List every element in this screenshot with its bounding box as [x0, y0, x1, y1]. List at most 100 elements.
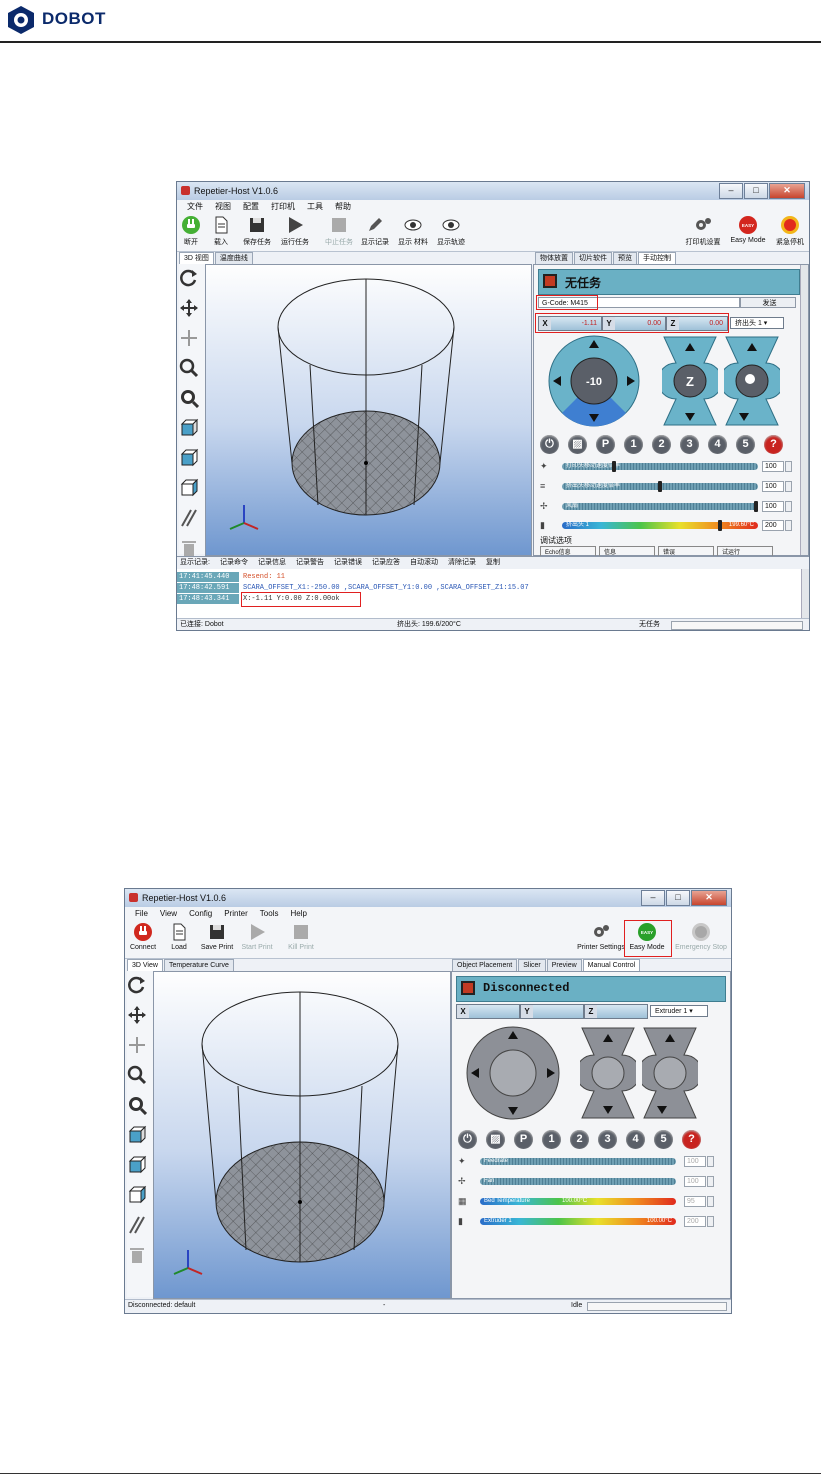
help-icon[interactable]: ? [682, 1130, 701, 1149]
move-object-icon[interactable] [179, 328, 199, 348]
trash-icon[interactable] [127, 1245, 147, 1265]
power-icon[interactable]: ⏻ [540, 435, 559, 454]
side-view-icon[interactable] [179, 478, 199, 498]
feedrate-spinner[interactable] [785, 461, 792, 472]
maximize-button[interactable]: □ [744, 183, 768, 199]
zoom-fit-icon[interactable] [127, 1095, 148, 1116]
preset-5-icon[interactable]: 5 [654, 1130, 673, 1149]
menu-file[interactable]: File [135, 907, 148, 920]
power-icon[interactable]: ⏻ [458, 1130, 477, 1149]
close-button[interactable]: ✕ [769, 183, 805, 199]
bed-temp-slider[interactable]: ▦ Bed Temperature 100.00°C 95 [458, 1196, 722, 1207]
maximize-button[interactable]: □ [666, 890, 690, 906]
move-icon[interactable] [179, 298, 199, 318]
extruder-temp-spinner[interactable] [785, 520, 792, 531]
extruder-select[interactable]: Extruder 1 ▾ [650, 1005, 708, 1017]
bed-temp-spinner[interactable] [707, 1196, 714, 1207]
connect-button[interactable]: Connect [125, 922, 163, 951]
extruder-temp-slider[interactable]: ▮ Extruder 1 100.00°C 200 [458, 1216, 722, 1227]
tab-object-placement[interactable]: 物体放置 [535, 252, 573, 264]
tab-manual-control[interactable]: 手动控制 [638, 252, 676, 264]
kill-print-button[interactable]: Kill Print [281, 922, 321, 951]
emergency-stop-button[interactable]: 紧急停机 [770, 215, 809, 247]
menu-config[interactable]: Config [189, 907, 212, 920]
log-scrollbar[interactable] [801, 569, 809, 619]
rotate-icon[interactable] [179, 268, 199, 288]
extruder-select[interactable]: 挤出头 1 ▾ [730, 317, 784, 329]
help-icon[interactable]: ? [764, 435, 783, 454]
front-view-icon[interactable] [127, 1155, 147, 1175]
preset-1-icon[interactable]: 1 [624, 435, 643, 454]
load-button[interactable]: Load [159, 922, 199, 951]
feedrate-slider[interactable]: ✦ Feedrate 100 [458, 1156, 722, 1167]
minimize-button[interactable]: – [719, 183, 743, 199]
move-object-icon[interactable] [127, 1035, 147, 1055]
bed-icon[interactable]: ▨ [486, 1130, 505, 1149]
rotate-icon[interactable] [127, 975, 147, 995]
panel-scrollbar[interactable] [800, 265, 808, 555]
parallel-lines-icon[interactable] [179, 508, 199, 528]
preset-3-icon[interactable]: 3 [680, 435, 699, 454]
save-print-button[interactable]: Save Print [197, 922, 237, 951]
printer-settings-button[interactable]: 打印机设置 [683, 215, 723, 247]
tab-object-placement[interactable]: Object Placement [452, 959, 518, 971]
fan-spinner[interactable] [785, 501, 792, 512]
xy-jog-control[interactable] [466, 1026, 560, 1120]
printer-settings-button[interactable]: Printer Settings [577, 922, 625, 951]
menu-tools[interactable]: Tools [260, 907, 279, 920]
preset-2-icon[interactable]: 2 [570, 1130, 589, 1149]
iso-view-icon[interactable] [179, 418, 199, 438]
trash-icon[interactable] [179, 538, 199, 558]
preset-4-icon[interactable]: 4 [626, 1130, 645, 1149]
filter-warnings[interactable]: 记录警告 [296, 557, 324, 569]
filter-acks[interactable]: 记录应答 [372, 557, 400, 569]
filter-commands[interactable]: 记录命令 [220, 557, 248, 569]
preset-4-icon[interactable]: 4 [708, 435, 727, 454]
minimize-button[interactable]: – [641, 890, 665, 906]
bed-icon[interactable]: ▨ [568, 435, 587, 454]
filter-info[interactable]: 记录信息 [258, 557, 286, 569]
z-jog-control[interactable] [580, 1026, 636, 1120]
tab-preview[interactable]: 预览 [613, 252, 637, 264]
send-button[interactable]: 发送 [740, 297, 796, 308]
show-log-button[interactable]: 显示记录 [355, 215, 395, 247]
feedrate-spinner[interactable] [707, 1156, 714, 1167]
zoom-icon[interactable] [127, 1065, 147, 1085]
menu-view[interactable]: View [160, 907, 177, 920]
extruder-jog-control[interactable] [724, 335, 780, 427]
emergency-stop-button[interactable]: Emergency Stop [673, 922, 729, 951]
extruder-jog-control[interactable] [642, 1026, 698, 1120]
flowrate-slider[interactable]: ≡ 挤出头移动速度倍率 100 [540, 481, 800, 492]
fan-slider[interactable]: ✢ Fan 100 [458, 1176, 722, 1187]
park-icon[interactable]: P [596, 435, 615, 454]
parallel-lines-icon[interactable] [127, 1215, 147, 1235]
zoom-icon[interactable] [179, 358, 199, 378]
zoom-fit-icon[interactable] [179, 388, 200, 409]
park-icon[interactable]: P [514, 1130, 533, 1149]
menu-help[interactable]: Help [290, 907, 306, 920]
tab-preview[interactable]: Preview [546, 959, 582, 971]
load-button[interactable]: 载入 [201, 215, 241, 247]
filter-errors[interactable]: 记录错误 [334, 557, 362, 569]
side-view-icon[interactable] [127, 1185, 147, 1205]
show-filament-button[interactable]: 显示 材料 [393, 215, 433, 247]
menu-file[interactable]: 文件 [187, 200, 203, 213]
extruder-temp-spinner[interactable] [707, 1216, 714, 1227]
front-view-icon[interactable] [179, 448, 199, 468]
tab-3d-view[interactable]: 3D 视图 [179, 252, 214, 264]
start-print-button[interactable]: Start Print [237, 922, 277, 951]
extruder-temp-slider[interactable]: ▮ 挤出头 1 199.60°C 200 [540, 520, 800, 531]
menu-help[interactable]: 帮助 [335, 200, 351, 213]
3d-view-canvas[interactable] [153, 971, 451, 1299]
copy-button[interactable]: 复制 [486, 557, 500, 569]
menu-view[interactable]: 视图 [215, 200, 231, 213]
tab-3d-view[interactable]: 3D View [127, 959, 163, 971]
menu-tools[interactable]: 工具 [307, 200, 323, 213]
flowrate-spinner[interactable] [785, 481, 792, 492]
move-icon[interactable] [127, 1005, 147, 1025]
preset-2-icon[interactable]: 2 [652, 435, 671, 454]
easy-mode-button[interactable]: EASY Easy Mode [728, 215, 768, 244]
close-button[interactable]: ✕ [691, 890, 727, 906]
iso-view-icon[interactable] [127, 1125, 147, 1145]
tab-slicer[interactable]: Slicer [518, 959, 546, 971]
